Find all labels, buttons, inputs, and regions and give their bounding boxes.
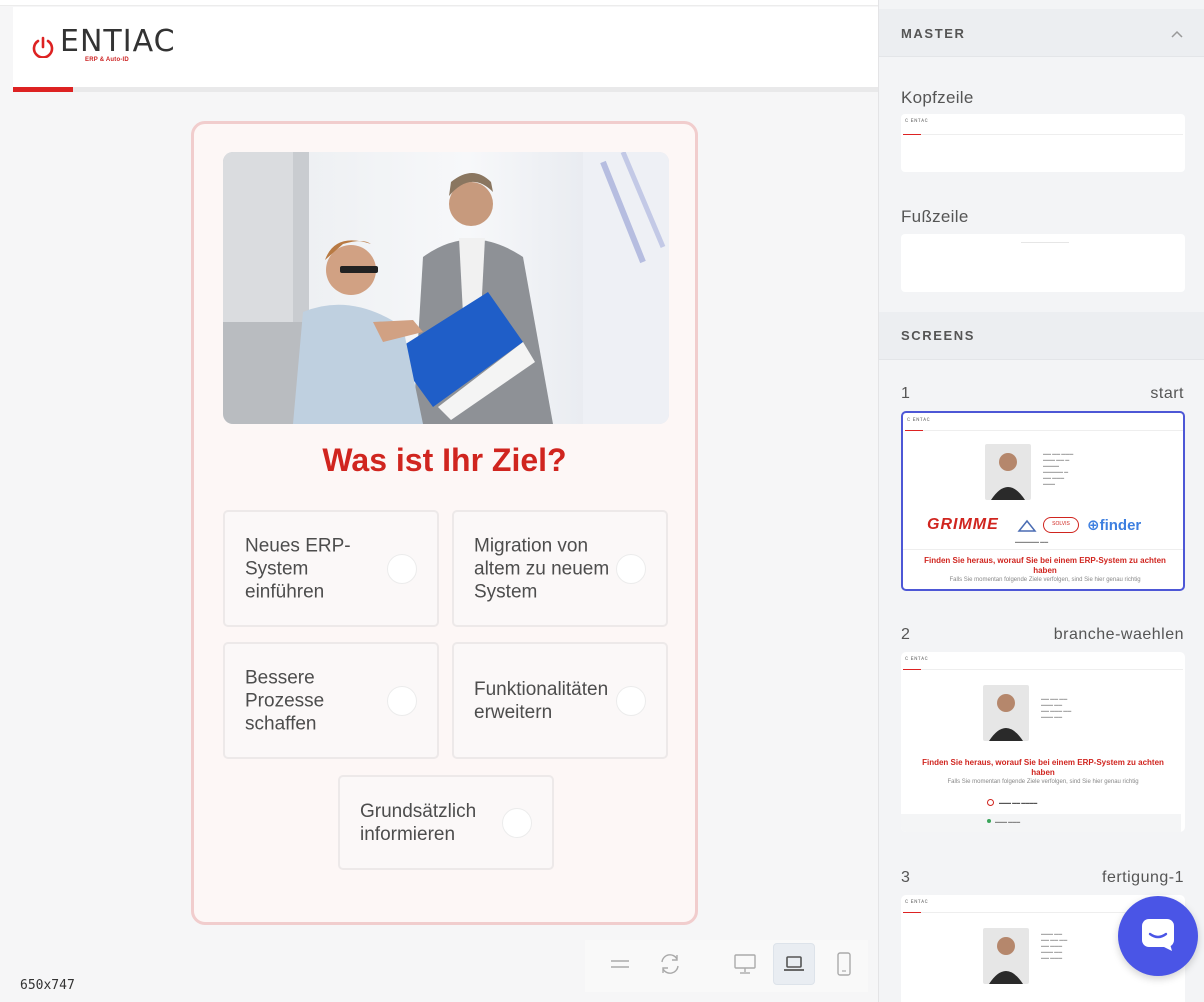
master-section-header[interactable]: MASTER bbox=[879, 9, 1204, 57]
desktop-icon[interactable] bbox=[724, 943, 766, 985]
brand-logo: ENTIAC ERP & Auto-ID bbox=[32, 24, 202, 74]
partner-logo-solvis: SOLVIS bbox=[1043, 517, 1079, 533]
mini-rule-accent bbox=[903, 134, 921, 135]
screen-number: 2 bbox=[901, 626, 910, 643]
option-label: Neues ERP-System einführen bbox=[245, 535, 351, 602]
master-section-title: MASTER bbox=[901, 26, 966, 41]
screens-section-header: SCREENS bbox=[879, 312, 1204, 360]
question-title: Was ist Ihr Ziel? bbox=[322, 442, 567, 478]
header-progress-track bbox=[13, 87, 878, 92]
option-label: Funktionalitäten erweitern bbox=[474, 678, 609, 723]
question-card: Was ist Ihr Ziel? Neues ERP-System einfü… bbox=[191, 121, 698, 925]
screens-section-title: SCREENS bbox=[901, 328, 976, 343]
partner-logo-finder: ⊕finder bbox=[1087, 517, 1142, 534]
mini-rule bbox=[903, 134, 1183, 135]
menu-icon[interactable] bbox=[599, 943, 641, 985]
canvas-top-strip bbox=[0, 0, 878, 6]
mini-divider bbox=[903, 549, 1183, 550]
brand-tagline: ERP & Auto-ID bbox=[85, 57, 129, 63]
screen-name: fertigung-1 bbox=[1102, 869, 1184, 886]
option-neues-erp[interactable]: Neues ERP-System einführen bbox=[223, 510, 439, 627]
option-radio[interactable] bbox=[502, 807, 532, 838]
header-progress-fill bbox=[13, 87, 73, 92]
mini-logo: ᴄ ᴇɴᴛᴀᴄ bbox=[905, 118, 929, 124]
site-header: ENTIAC ERP & Auto-ID bbox=[13, 7, 878, 91]
option-label: Grundsätzlich informieren bbox=[360, 800, 477, 845]
option-label: Migration von altem zu neuem System bbox=[474, 535, 610, 602]
mini-rule-accent bbox=[905, 430, 923, 431]
footer-preview[interactable] bbox=[901, 234, 1185, 292]
mini-logo: ᴄ ᴇɴᴛᴀᴄ bbox=[905, 899, 929, 905]
option-radio[interactable] bbox=[387, 553, 417, 584]
hero-image bbox=[223, 152, 669, 424]
mini-rule bbox=[903, 669, 1183, 670]
screen-name: branche-waehlen bbox=[1053, 626, 1184, 643]
partner-logo-grimme: GRIMME bbox=[927, 516, 999, 533]
person-thumbnail bbox=[983, 685, 1029, 741]
mini-text-block: ▬▬ ▬▬ ▬▬▬ ▬▬▬ ▬▬ ▬ ▬▬▬▬ ▬▬▬▬▬ ▬ ▬▬ ▬▬▬ ▬▬▬ bbox=[1043, 451, 1074, 486]
refresh-icon[interactable] bbox=[649, 943, 691, 985]
option-bessere-prozesse[interactable]: Bessere Prozesse schaffen bbox=[223, 642, 439, 759]
footer-label: Fußzeile bbox=[901, 207, 969, 226]
mini-option: ▬▬▬ ▬▬▬ bbox=[995, 819, 1021, 824]
header-label: Kopfzeile bbox=[901, 88, 974, 107]
option-radio[interactable] bbox=[616, 553, 646, 584]
mini-option: ▬▬▬ ▬▬ ▬▬▬▬ bbox=[999, 800, 1038, 805]
sidebar: MASTER Kopfzeile ᴄ ᴇɴᴛᴀᴄ Fußzeile SCREEN… bbox=[878, 0, 1204, 1002]
footer-mini-line bbox=[1021, 242, 1069, 243]
power-icon bbox=[32, 31, 54, 59]
option-informieren[interactable]: Grundsätzlich informieren bbox=[338, 775, 554, 870]
mini-text-block: ▬▬ ▬▬ ▬▬ ▬▬▬ ▬▬ ▬▬ ▬▬▬ ▬▬ ▬▬▬ ▬▬ bbox=[1041, 696, 1072, 719]
mini-rule-accent bbox=[903, 912, 921, 913]
mini-subline: Falls Sie momentan folgende Ziele verfol… bbox=[949, 577, 1141, 583]
header-preview[interactable]: ᴄ ᴇɴᴛᴀᴄ bbox=[901, 114, 1185, 172]
option-radio[interactable] bbox=[387, 685, 417, 716]
viewport-toolbar bbox=[585, 940, 868, 992]
brand-wordmark: ENTIAC bbox=[60, 24, 176, 59]
option-funktionalitaeten[interactable]: Funktionalitäten erweitern bbox=[452, 642, 668, 759]
mini-logo: ᴄ ᴇɴᴛᴀᴄ bbox=[905, 656, 929, 662]
mini-dot bbox=[987, 819, 991, 823]
mobile-icon[interactable] bbox=[823, 943, 865, 985]
viewport-size-label: 650x747 bbox=[20, 978, 75, 993]
partner-logo-house bbox=[1017, 518, 1037, 532]
option-radio[interactable] bbox=[616, 685, 646, 716]
chevron-up-icon[interactable] bbox=[1171, 25, 1183, 41]
screen-number: 1 bbox=[901, 385, 910, 402]
mini-subline: Falls Sie momentan folgende Ziele verfol… bbox=[947, 779, 1139, 785]
screen-number: 3 bbox=[901, 869, 910, 886]
chat-icon bbox=[1140, 917, 1176, 956]
mini-rule-accent bbox=[903, 669, 921, 670]
mini-text-block: ▬▬▬ ▬▬ ▬▬ ▬▬ ▬▬ ▬▬ ▬▬▬ ▬▬▬ ▬▬ ▬▬ ▬▬▬ bbox=[1041, 931, 1068, 960]
laptop-icon[interactable] bbox=[773, 943, 815, 985]
mini-caption: ▬▬▬▬▬▬ ▬▬ bbox=[1015, 539, 1049, 544]
screen-thumb-branche-waehlen[interactable]: ᴄ ᴇɴᴛᴀᴄ ▬▬ ▬▬ ▬▬ ▬▬▬ ▬▬ ▬▬ ▬▬▬ ▬▬ ▬▬▬ ▬▬ Fi… bbox=[901, 652, 1185, 832]
mini-radio bbox=[987, 799, 994, 806]
mini-footer-strip bbox=[901, 814, 1181, 832]
person-thumbnail bbox=[983, 928, 1029, 984]
screen-thumb-start[interactable]: ᴄ ᴇɴᴛᴀᴄ ▬▬ ▬▬ ▬▬▬ ▬▬▬ ▬▬ ▬ ▬▬▬▬ ▬▬▬▬▬ ▬ ▬▬ ▬… bbox=[901, 411, 1185, 591]
option-migration[interactable]: Migration von altem zu neuem System bbox=[452, 510, 668, 627]
mini-logo: ᴄ ᴇɴᴛᴀᴄ bbox=[907, 417, 931, 423]
mini-rule bbox=[905, 430, 1183, 431]
person-thumbnail bbox=[985, 444, 1031, 500]
chat-launcher-button[interactable] bbox=[1118, 896, 1198, 976]
editor-canvas: ENTIAC ERP & Auto-ID Was ist Ihr Ziel? N… bbox=[0, 0, 878, 1002]
mini-headline: Finden Sie heraus, worauf Sie bei einem … bbox=[922, 758, 1164, 777]
screen-name: start bbox=[1150, 385, 1184, 402]
mini-headline: Finden Sie heraus, worauf Sie bei einem … bbox=[924, 556, 1166, 575]
option-label: Bessere Prozesse schaffen bbox=[245, 667, 325, 734]
